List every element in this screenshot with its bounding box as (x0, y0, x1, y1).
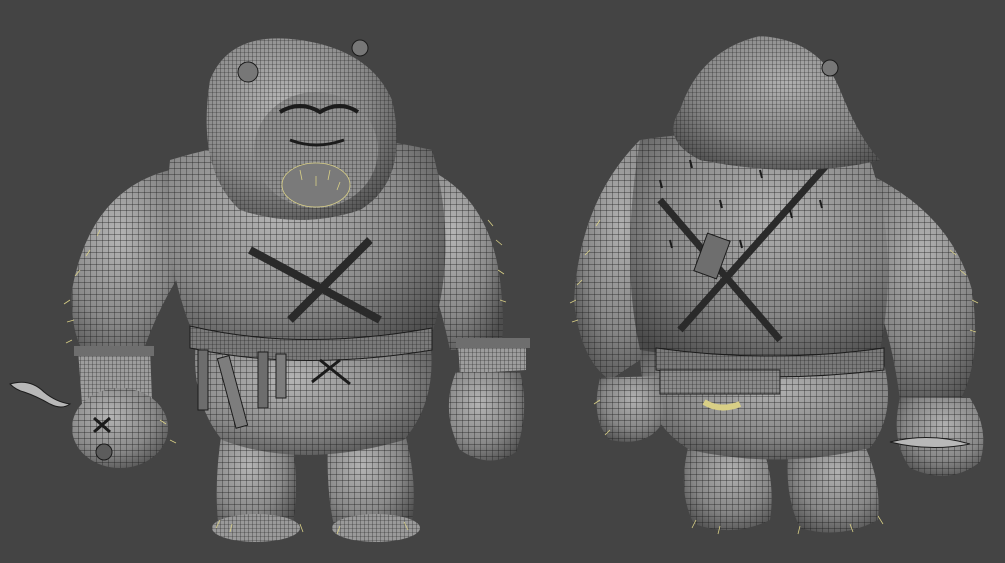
front-view-character (9, 38, 530, 542)
front-head (206, 38, 397, 220)
back-torso (630, 133, 888, 411)
scene-render (9, 36, 984, 542)
back-hood (673, 36, 880, 170)
front-left-arm (9, 170, 190, 468)
back-view-character (569, 36, 984, 535)
3d-viewport[interactable] (0, 0, 1005, 563)
